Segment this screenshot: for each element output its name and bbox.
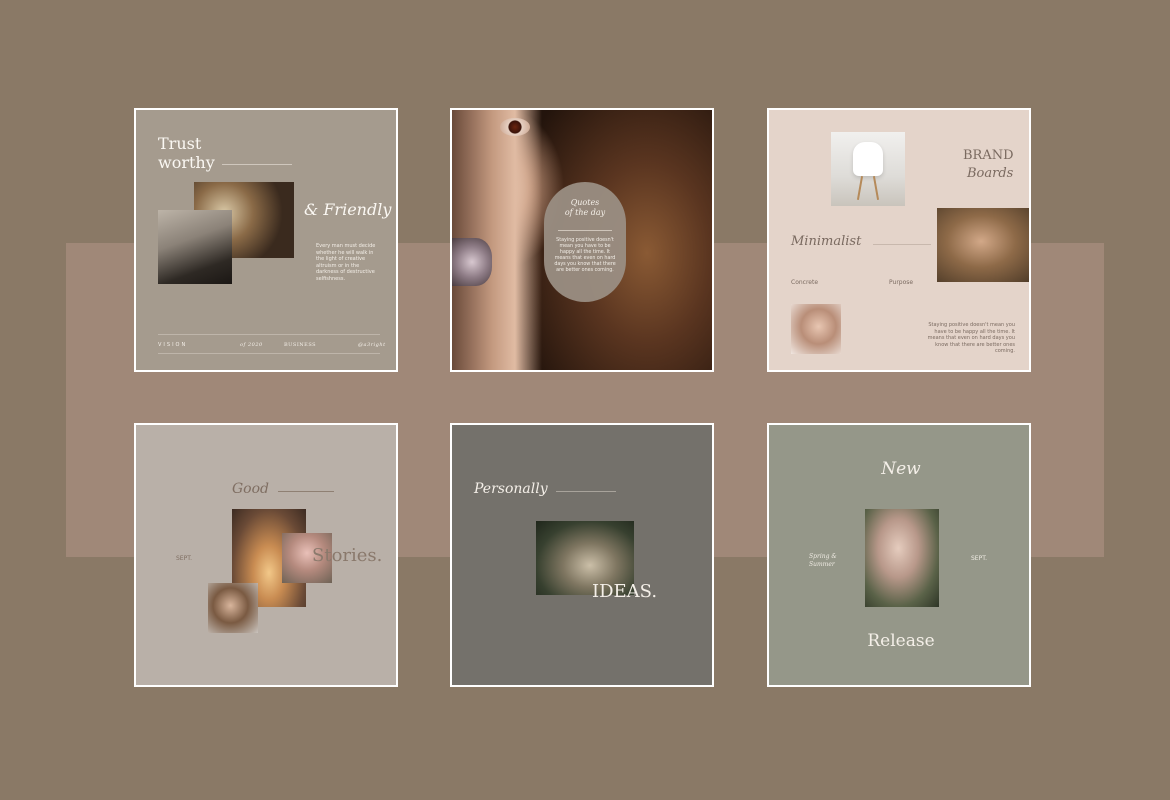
template-card-quotes[interactable]: Quotes of the day Staying positive doesn…: [450, 108, 714, 372]
card-body: Staying positive doesn't mean you have t…: [927, 322, 1015, 354]
title-divider: [278, 491, 334, 492]
footer-divider-top: [158, 334, 380, 335]
side-left-line1: Spring &: [809, 553, 837, 560]
photo-woman-portrait: [158, 210, 232, 284]
card-title: New: [881, 459, 921, 479]
card-title: Good: [232, 481, 270, 497]
subtitle-divider: [873, 244, 931, 245]
glitter-lips: [452, 238, 492, 286]
side-right: SEPT.: [971, 555, 988, 562]
footer-divider-bottom: [158, 353, 380, 354]
card-title-line2: Boards: [967, 166, 1014, 181]
label-purpose: Purpose: [889, 279, 914, 286]
footer-vision: VISION: [158, 342, 188, 348]
quote-divider: [558, 230, 612, 231]
template-card-personally-ideas[interactable]: Personally IDEAS.: [450, 423, 714, 687]
template-card-good-stories[interactable]: Good SEPT. Stories.: [134, 423, 398, 687]
card-word: Stories.: [312, 545, 383, 566]
title-divider: [222, 164, 292, 165]
chair-leg: [856, 176, 864, 200]
photo-woman-face: [791, 304, 841, 354]
photo-white-chair: [831, 132, 905, 206]
quote-title-line1: Quotes: [570, 198, 600, 207]
title-divider: [556, 491, 616, 492]
photo-woman-smile: [208, 583, 258, 633]
photo-woman-glasses: [865, 509, 939, 607]
card-title-line2: worthy: [158, 153, 215, 172]
footer-year: of 2020: [240, 342, 263, 348]
template-card-brand-boards[interactable]: BRAND Boards Minimalist Concrete Purpose…: [767, 108, 1031, 372]
card-title-line1: Trust: [158, 134, 202, 153]
label-concrete: Concrete: [791, 279, 819, 286]
footer-business: BUSINESS: [284, 342, 317, 348]
quote-title-line2: of the day: [564, 208, 606, 217]
card-word: IDEAS.: [592, 581, 658, 602]
card-word: Release: [867, 631, 935, 651]
eye: [500, 118, 530, 136]
footer-handle: @a3right: [358, 342, 386, 348]
template-card-trustworthy[interactable]: Trust worthy & Friendly Every man must d…: [134, 108, 398, 372]
chair-leg: [872, 176, 880, 200]
card-title: Personally: [474, 481, 548, 497]
side-label: SEPT.: [176, 555, 193, 562]
card-subtitle: & Friendly: [304, 200, 392, 219]
card-title-line1: BRAND: [963, 148, 1014, 163]
chair-seat: [853, 142, 883, 176]
photo-woman-field: [937, 208, 1029, 282]
quote-body: Staying positive doesn't mean you have t…: [554, 238, 616, 273]
card-body: Every man must decide whether he will wa…: [316, 243, 376, 282]
template-card-new-release[interactable]: New Spring & Summer SEPT. Release: [767, 423, 1031, 687]
side-left-line2: Summer: [809, 561, 835, 568]
card-subtitle: Minimalist: [791, 234, 862, 249]
